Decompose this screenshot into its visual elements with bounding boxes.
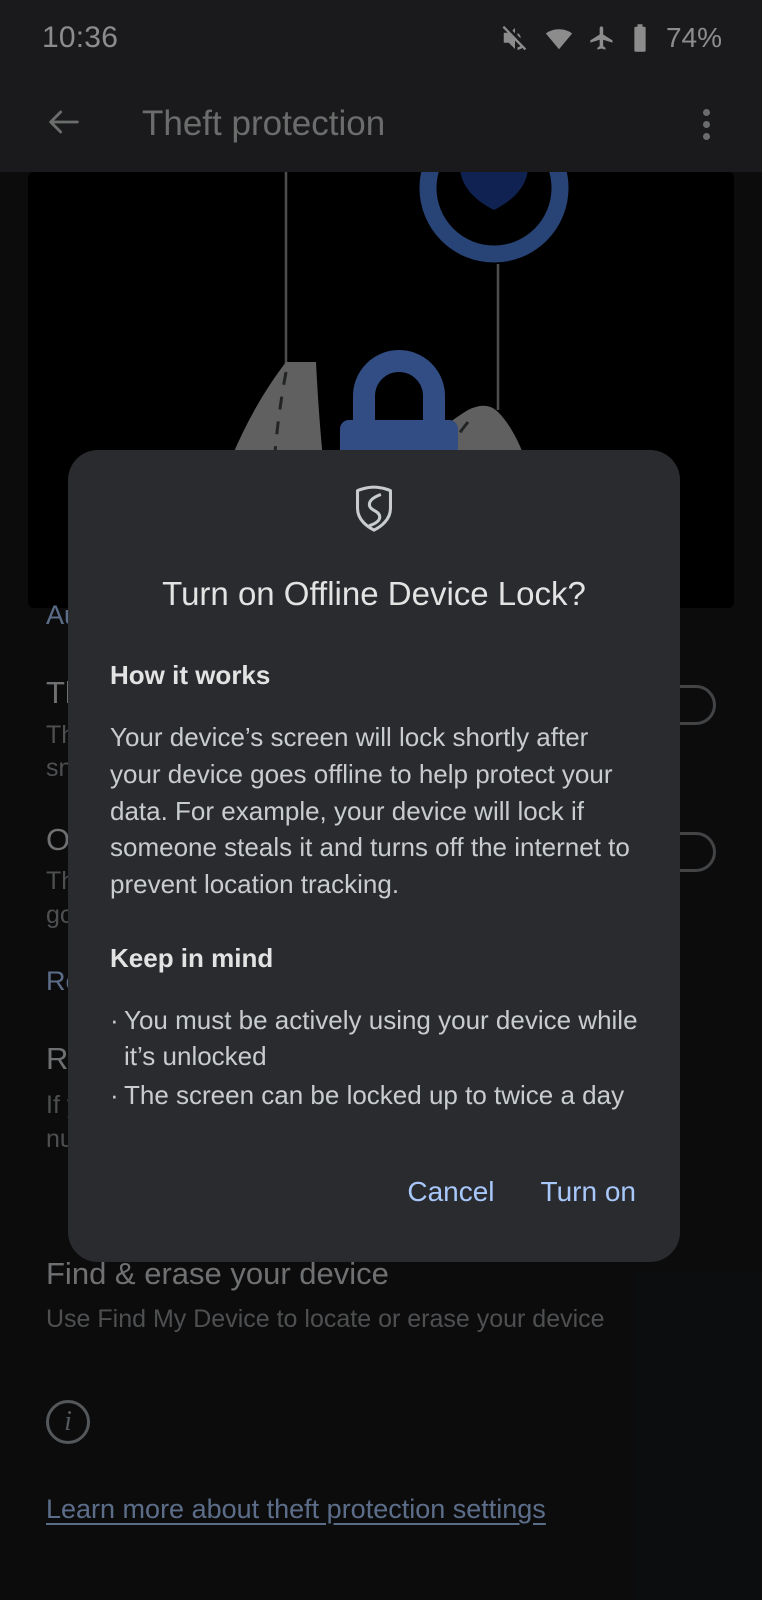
dialog-actions: Cancel Turn on — [68, 1116, 680, 1262]
keep-in-mind-heading: Keep in mind — [110, 942, 274, 973]
airplane-mode-icon — [588, 24, 616, 52]
info-icon: i — [46, 1400, 90, 1444]
status-bar-icons: 74% — [500, 22, 722, 54]
shield-icon — [351, 484, 397, 539]
dialog-title: Turn on Offline Device Lock? — [162, 575, 586, 612]
app-bar: Theft protection — [0, 76, 762, 172]
battery-icon — [630, 23, 650, 53]
status-bar-clock: 10:36 — [42, 21, 119, 54]
list-item: · The screen can be locked up to twice a… — [110, 1077, 638, 1114]
offline-device-lock-dialog: Turn on Offline Device Lock? How it work… — [68, 450, 680, 1262]
more-options-button[interactable] — [678, 96, 734, 152]
turn-on-button[interactable]: Turn on — [539, 1172, 638, 1212]
more-options-icon — [702, 132, 710, 140]
wifi-icon — [544, 23, 574, 53]
back-button[interactable] — [36, 96, 92, 152]
dialog-body: How it works Your device’s screen will l… — [68, 660, 680, 1113]
section-description: Use Find My Device to locate or erase yo… — [46, 1304, 605, 1333]
battery-percent-label: 74% — [665, 22, 722, 53]
more-options-icon — [702, 120, 710, 128]
how-it-works-body: Your device’s screen will lock shortly a… — [110, 722, 630, 899]
bullet-marker: · — [110, 1079, 119, 1110]
how-it-works-heading: How it works — [110, 660, 271, 691]
list-item: · You must be actively using your device… — [110, 1002, 638, 1075]
keep-in-mind-list: · You must be actively using your device… — [110, 1002, 638, 1114]
cancel-button[interactable]: Cancel — [405, 1172, 496, 1212]
section-find-erase[interactable]: Find & erase your device Use Find My Dev… — [46, 1254, 716, 1336]
mute-icon — [500, 23, 530, 53]
back-arrow-icon — [44, 102, 84, 147]
list-item-text: The screen can be locked up to twice a d… — [124, 1079, 625, 1110]
info-footer: i Learn more about theft protection sett… — [46, 1400, 716, 1525]
page-title: Theft protection — [142, 104, 386, 143]
bullet-marker: · — [110, 1004, 119, 1035]
more-options-icon — [702, 108, 710, 116]
list-item-text: You must be actively using your device w… — [124, 1004, 638, 1072]
dialog-icon-wrapper — [68, 484, 680, 539]
status-bar: 10:36 74% — [0, 0, 762, 76]
phone-screen: 10:36 74% Theft protection If Find & era… — [0, 0, 762, 1600]
learn-more-link[interactable]: Learn more about theft protection settin… — [46, 1494, 546, 1524]
